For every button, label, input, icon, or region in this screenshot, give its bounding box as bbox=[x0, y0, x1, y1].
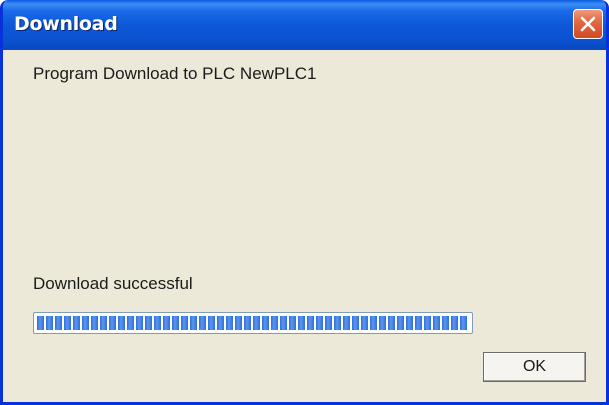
window-title: Download bbox=[14, 13, 118, 35]
ok-button[interactable]: OK bbox=[483, 352, 586, 382]
title-bar[interactable]: Download bbox=[3, 0, 606, 50]
dialog-body: Program Download to PLC NewPLC1 Download… bbox=[3, 50, 606, 402]
progress-fill bbox=[37, 316, 469, 330]
download-message: Program Download to PLC NewPLC1 bbox=[33, 64, 317, 83]
progress-bar bbox=[33, 312, 473, 334]
close-icon bbox=[580, 16, 596, 32]
status-text: Download successful bbox=[33, 274, 193, 293]
close-button[interactable] bbox=[573, 9, 603, 39]
download-dialog: Download Program Download to PLC NewPLC1… bbox=[0, 0, 609, 405]
